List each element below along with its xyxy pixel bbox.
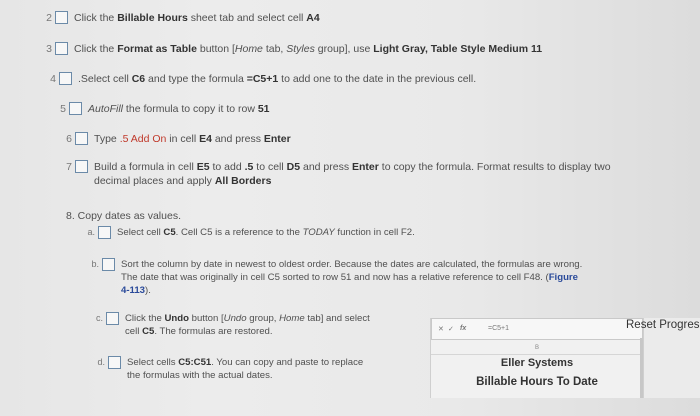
reset-progress-button[interactable]: Reset Progres (626, 319, 700, 331)
step-number: 4 (50, 73, 56, 85)
step-text: Type .5 Add On in cell E4 and press Ente… (94, 133, 291, 145)
step-checkbox[interactable] (69, 102, 82, 115)
step-number: 5 (60, 103, 66, 115)
step-8a: a. Select cell C5. Cell C5 is a referenc… (86, 226, 415, 239)
step-checkbox[interactable] (75, 160, 88, 173)
excel-figure: ✕ ✓ fx =C5+1 B Eller Systems Billable Ho… (430, 318, 643, 398)
step-checkbox[interactable] (55, 11, 68, 24)
step-8d: d. Select cells C5:C51. You can copy and… (96, 356, 363, 382)
step-checkbox[interactable] (75, 132, 88, 145)
step-7: 7 Build a formula in cell E5 to add .5 t… (62, 160, 611, 188)
step-text: Build a formula in cell E5 to add .5 to … (94, 161, 611, 187)
step-number: 2 (46, 12, 52, 24)
step-number: 6 (66, 133, 72, 145)
company-cell: Eller Systems (500, 357, 574, 369)
step-text: Click the Format as Table button [Home t… (74, 43, 543, 55)
formula-text: =C5+1 (488, 325, 510, 332)
step-6: 6 Type .5 Add On in cell E4 and press En… (62, 132, 291, 146)
step-8-heading: 8. Copy dates as values. (66, 210, 181, 222)
step-text: AutoFill the formula to copy it to row 5… (88, 103, 270, 115)
substep-letter: b. (91, 259, 99, 269)
check-icon: ✓ (448, 326, 454, 333)
step-checkbox[interactable] (55, 42, 68, 55)
substep-checkbox[interactable] (106, 312, 119, 325)
column-header: B (431, 345, 643, 355)
formula-bar: ✕ ✓ fx =C5+1 (431, 318, 643, 340)
substep-text: Select cells C5:C51. You can copy and pa… (127, 357, 364, 381)
step-number: 7 (66, 161, 72, 173)
step-text: Click the Billable Hours sheet tab and s… (74, 12, 320, 24)
cancel-icon: ✕ (438, 326, 444, 333)
step-text: .Select cell C6 and type the formula =C5… (78, 73, 477, 85)
step-2: 2 Click the Billable Hours sheet tab and… (42, 11, 320, 25)
step-4: 4 .Select cell C6 and type the formula =… (46, 72, 476, 86)
sheet-title-cell: Billable Hours To Date (476, 376, 598, 388)
substep-checkbox[interactable] (102, 258, 115, 271)
substep-text: Select cell C5. Cell C5 is a reference t… (117, 227, 415, 238)
step-checkbox[interactable] (59, 72, 72, 85)
step-5: 5 AutoFill the formula to copy it to row… (56, 102, 270, 116)
step-8c: c. Click the Undo button [Undo group, Ho… (94, 312, 370, 338)
fx-icon: fx (460, 325, 467, 332)
substep-text: Click the Undo button [Undo group, Home … (125, 313, 370, 337)
substep-letter: d. (97, 357, 105, 367)
substep-checkbox[interactable] (98, 226, 111, 239)
step-8b: b. Sort the column by date in newest to … (90, 258, 582, 297)
substep-text: Sort the column by date in newest to old… (121, 259, 583, 296)
step-3: 3 Click the Format as Table button [Home… (42, 42, 542, 56)
substep-checkbox[interactable] (108, 356, 121, 369)
step-number: 3 (46, 43, 52, 55)
substep-letter: c. (95, 313, 103, 323)
substep-letter: a. (87, 227, 95, 237)
